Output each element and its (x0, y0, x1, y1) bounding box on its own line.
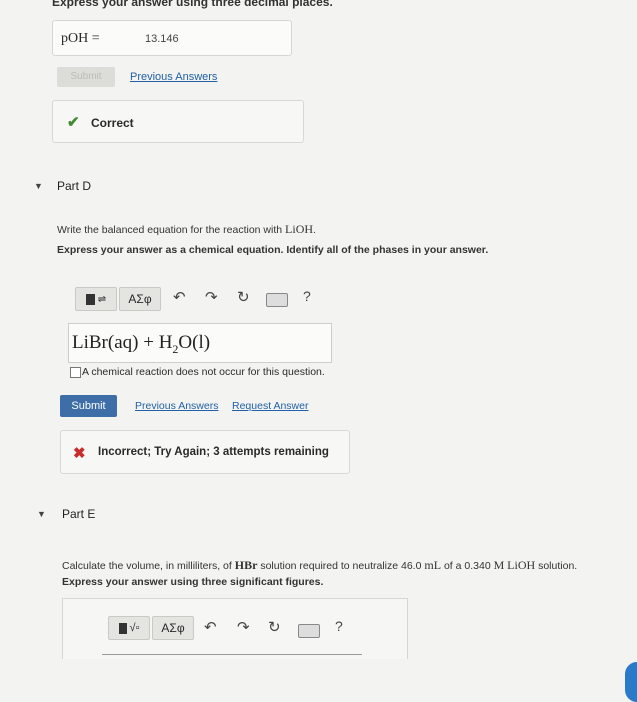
sqrt-icon: √▫ (129, 622, 140, 634)
reset-icon[interactable]: ↻ (237, 288, 250, 306)
template-button[interactable]: ⇌ (75, 287, 117, 311)
answer-input-underline[interactable] (102, 654, 362, 655)
part-d-title[interactable]: Part D (57, 179, 91, 193)
poh-label: pOH = (61, 31, 100, 46)
undo-icon[interactable]: ↶ (173, 288, 186, 306)
keyboard-icon[interactable] (266, 293, 288, 307)
part-d-previous-answers-link[interactable]: Previous Answers (135, 400, 218, 412)
incorrect-feedback: ✖ Incorrect; Try Again; 3 attempts remai… (60, 430, 350, 474)
part-e-collapse-icon[interactable]: ▼ (37, 509, 46, 519)
part-e-reset-icon[interactable]: ↻ (268, 618, 281, 636)
templates-button[interactable]: √▫ (108, 616, 150, 640)
template-icon: ⇌ (97, 293, 107, 305)
part-d-instruction: Express your answer as a chemical equati… (57, 244, 489, 256)
part-e-help-icon[interactable]: ? (335, 618, 343, 634)
help-icon[interactable]: ? (303, 288, 311, 304)
equation-text: LiBr(aq) + H2O(l) (72, 332, 211, 356)
redo-icon[interactable]: ↷ (205, 288, 218, 306)
part-e-redo-icon[interactable]: ↷ (237, 618, 250, 636)
correct-text: Correct (91, 116, 134, 130)
part-e-undo-icon[interactable]: ↶ (204, 618, 217, 636)
part-c-instruction: Express your answer using three decimal … (52, 0, 333, 9)
greek-symbols-button[interactable]: ΑΣφ (119, 287, 161, 311)
part-d-request-answer-link[interactable]: Request Answer (232, 400, 308, 412)
part-e-keyboard-icon[interactable] (298, 624, 320, 638)
part-d-collapse-icon[interactable]: ▼ (34, 181, 43, 191)
no-reaction-label: A chemical reaction does not occur for t… (82, 366, 325, 378)
incorrect-text: Incorrect; Try Again; 3 attempts remaini… (98, 446, 329, 458)
part-e-title[interactable]: Part E (62, 507, 95, 521)
part-e-greek-symbols-button[interactable]: ΑΣφ (152, 616, 194, 640)
poh-value: 13.146 (145, 33, 179, 45)
equation-input[interactable]: LiBr(aq) + H2O(l) (68, 323, 332, 363)
correct-feedback: ✔ Correct (52, 100, 304, 143)
part-d-prompt: Write the balanced equation for the reac… (57, 222, 316, 236)
scroll-indicator[interactable] (625, 662, 637, 702)
part-c-previous-answers-link[interactable]: Previous Answers (130, 71, 217, 83)
part-e-prompt: Calculate the volume, in milliliters, of… (62, 558, 578, 572)
checkmark-icon: ✔ (67, 114, 80, 131)
part-d-submit-button[interactable]: Submit (60, 395, 117, 417)
part-c-submit-button[interactable]: Submit (57, 67, 115, 87)
part-e-instruction: Express your answer using three signific… (62, 576, 324, 588)
x-icon: ✖ (73, 445, 86, 462)
poh-answer-field: pOH = 13.146 (52, 20, 292, 56)
no-reaction-checkbox[interactable] (70, 367, 81, 378)
